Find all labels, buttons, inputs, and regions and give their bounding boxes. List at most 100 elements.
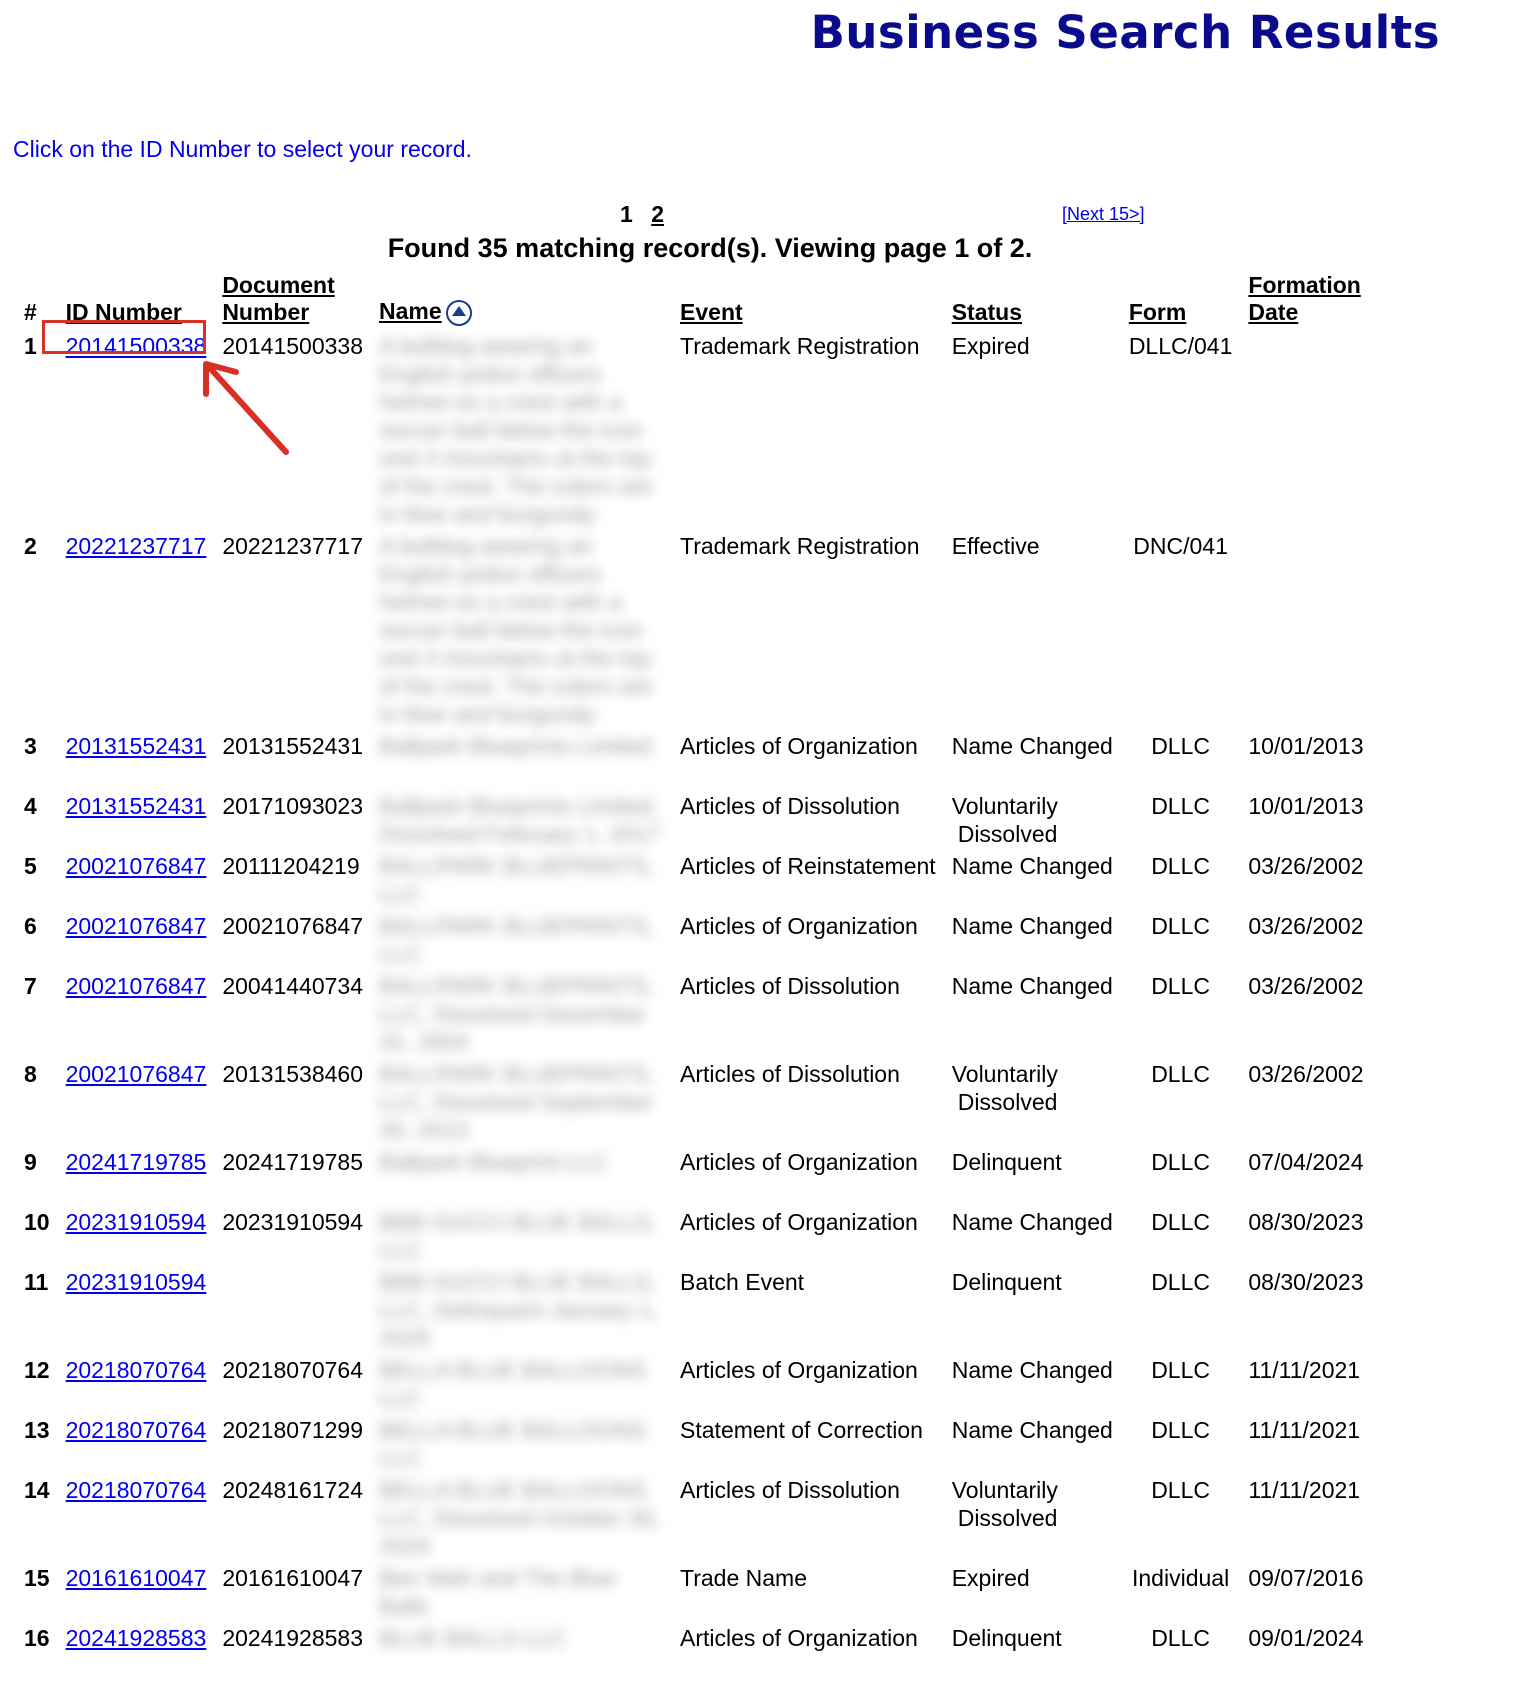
status-cell: Name Changed	[944, 1206, 1121, 1266]
date-header-line2: Date	[1248, 299, 1299, 325]
entity-name-blurred: BBB GUCCI BLUE BALLS, LLC, Delinquent Ja…	[379, 1269, 658, 1351]
col-header-date[interactable]: Formation Date	[1240, 270, 1371, 330]
entity-name-blurred: BBB GUCCI BLUE BALLS, LLC	[379, 1209, 657, 1263]
row-number: 16	[24, 1625, 50, 1651]
results-body: 1 20141500338 20141500338 A bulldog wearing…	[16, 330, 1372, 1682]
name-cell: BELLA BLUE BALLOONS LLC	[371, 1354, 672, 1414]
form-cell: DLLC	[1151, 853, 1210, 879]
status-cell: Voluntarily Dissolved	[944, 790, 1121, 850]
status-text-line2	[952, 1385, 958, 1411]
col-header-form[interactable]: Form	[1121, 270, 1241, 330]
sort-ascending-icon[interactable]	[445, 300, 472, 326]
name-cell: BALLPARK BLUEPRINTS, LLC, Dissolved Dece…	[371, 970, 672, 1058]
table-row: 13 20218070764 20218071299 BELLA BLUE BALLO…	[16, 1414, 1372, 1474]
row-number: 3	[24, 733, 37, 759]
event-cell: Articles of Organization	[680, 1625, 918, 1651]
id-number-link[interactable]: 20021076847	[66, 1061, 207, 1087]
row-number: 11	[24, 1269, 49, 1295]
row-number: 12	[24, 1357, 50, 1383]
row-number: 2	[24, 533, 37, 559]
id-number-link[interactable]: 20221237717	[66, 533, 207, 559]
status-cell: Delinquent	[944, 1146, 1121, 1206]
col-header-doc[interactable]: Document Number	[214, 270, 371, 330]
id-number-link[interactable]: 20021076847	[66, 913, 207, 939]
status-text-line2: Dissolved	[957, 1089, 1058, 1115]
row-number: 13	[24, 1417, 50, 1443]
status-cell: Effective	[944, 530, 1121, 730]
sort-name-link[interactable]: Name	[379, 298, 442, 324]
document-number: 20231910594	[222, 1209, 364, 1235]
status-text-line2	[952, 1445, 958, 1471]
status-text: Expired	[951, 333, 1030, 359]
col-header-status[interactable]: Status	[944, 270, 1121, 330]
status-text: Name Changed	[951, 973, 1113, 999]
next-15-link[interactable]: [Next 15>]	[1062, 204, 1145, 225]
status-cell: Name Changed	[944, 910, 1121, 970]
table-row: 15 20161610047 20161610047 Ben Wah and The …	[16, 1562, 1372, 1622]
form-cell: DLLC	[1151, 733, 1210, 759]
id-number-link[interactable]: 20231910594	[66, 1209, 207, 1235]
id-number-link[interactable]: 20141500338	[66, 333, 207, 359]
formation-date: 03/26/2002	[1248, 1061, 1364, 1087]
id-number-link[interactable]: 20161610047	[66, 1565, 207, 1591]
sort-form-link[interactable]: Form	[1129, 299, 1187, 325]
form-cell: DLLC	[1151, 913, 1210, 939]
status-text: Name Changed	[951, 1357, 1113, 1383]
sort-status-link[interactable]: Status	[952, 299, 1022, 325]
id-cell: 20131552431	[58, 730, 215, 790]
document-number: 20241928583	[222, 1625, 364, 1651]
name-cell: BBB GUCCI BLUE BALLS, LLC, Delinquent Ja…	[371, 1266, 672, 1354]
entity-name-blurred: Ben Wah and The Blue Balls	[379, 1565, 616, 1619]
col-header-name[interactable]: Name	[371, 270, 672, 330]
name-cell: Ballpark Blueprints Limited, Dissolved F…	[371, 790, 672, 850]
formation-date	[1240, 330, 1371, 530]
form-cell: DLLC	[1151, 1625, 1210, 1651]
form-cell: DNC/041	[1133, 533, 1228, 559]
name-cell: Ben Wah and The Blue Balls	[371, 1562, 672, 1622]
status-cell: Name Changed	[944, 970, 1121, 1058]
id-number-link[interactable]: 20021076847	[66, 853, 207, 879]
event-cell: Articles of Dissolution	[680, 1061, 900, 1087]
form-cell: DLLC	[1151, 1417, 1210, 1443]
table-row: 4 20131552431 20171093023 Ballpark Blueprin…	[16, 790, 1372, 850]
event-cell: Articles of Dissolution	[680, 793, 900, 819]
id-number-link[interactable]: 20231910594	[66, 1269, 207, 1295]
formation-date: 03/26/2002	[1248, 853, 1364, 879]
formation-date: 09/01/2024	[1248, 1625, 1364, 1651]
status-text: Name Changed	[951, 853, 1113, 879]
id-number-link[interactable]: 20218070764	[66, 1357, 207, 1383]
row-number: 10	[24, 1209, 50, 1235]
id-number-link[interactable]: 20218070764	[66, 1477, 207, 1503]
name-cell: A bulldog wearing an English police offi…	[371, 530, 672, 730]
sort-event-link[interactable]: Event	[680, 299, 743, 325]
event-cell: Articles of Organization	[680, 1149, 918, 1175]
document-number: 20171093023	[222, 793, 364, 819]
id-cell: 20218070764	[58, 1474, 215, 1562]
sort-id-link[interactable]: ID Number	[66, 299, 182, 325]
form-cell: DLLC	[1151, 1149, 1210, 1175]
name-cell: BLUE BALLS LLC	[371, 1622, 672, 1682]
status-text: Voluntarily	[951, 1061, 1058, 1087]
id-number-link[interactable]: 20218070764	[66, 1417, 207, 1443]
id-number-link[interactable]: 20241928583	[66, 1625, 207, 1651]
id-number-link[interactable]: 20021076847	[66, 973, 207, 999]
status-text-line2	[952, 1237, 958, 1263]
event-cell: Articles of Organization	[680, 913, 918, 939]
status-cell: Name Changed	[944, 1354, 1121, 1414]
sort-doc-link[interactable]: Document Number	[222, 272, 334, 325]
name-cell: BELLA BLUE BALLOONS LLC, Dissolved Octob…	[371, 1474, 672, 1562]
id-number-link[interactable]: 20131552431	[66, 733, 207, 759]
formation-date: 09/07/2016	[1248, 1565, 1364, 1591]
id-number-link[interactable]: 20131552431	[66, 793, 207, 819]
id-number-link[interactable]: 20241719785	[66, 1149, 207, 1175]
id-cell: 20021076847	[58, 910, 215, 970]
col-header-id[interactable]: ID Number	[58, 270, 215, 330]
status-text: Delinquent	[951, 1149, 1062, 1175]
status-text: Delinquent	[951, 1269, 1062, 1295]
col-header-event[interactable]: Event	[672, 270, 944, 330]
col-header-num: #	[24, 299, 37, 325]
sort-date-link[interactable]: Formation Date	[1248, 272, 1360, 325]
table-row: 12 20218070764 20218070764 BELLA BLUE BALLO…	[16, 1354, 1372, 1414]
pagination: 1 2	[620, 201, 664, 228]
page-2-link[interactable]: 2	[651, 201, 664, 227]
